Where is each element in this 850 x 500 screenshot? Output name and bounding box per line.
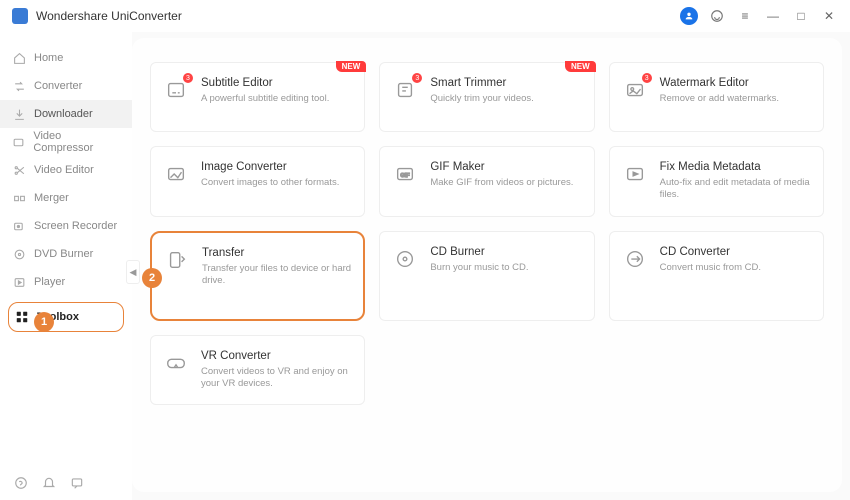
tool-title: CD Burner [430,246,581,258]
sidebar-item-label: Screen Recorder [34,220,117,232]
minimize-button[interactable]: — [764,7,782,25]
home-icon [12,51,26,65]
sidebar-item-recorder[interactable]: Screen Recorder [0,212,132,240]
step-annotation-1: 1 [34,312,54,332]
tool-card-watermark[interactable]: 3 Watermark Editor Remove or add watermar… [609,62,824,132]
sidebar-item-toolbox[interactable]: Toolbox [8,302,124,332]
main-panel: NEW 3 Subtitle Editor A powerful subtitle… [132,38,842,492]
tool-card-transfer[interactable]: 2 TransferTransfer your files to device … [150,231,365,321]
tool-desc: Remove or add watermarks. [660,93,811,105]
titlebar: Wondershare UniConverter ≡ — □ ✕ [0,0,850,32]
tool-card-gif-maker[interactable]: GIF GIF Maker Make GIF from videos or pic… [379,146,594,217]
sidebar-item-label: Video Compressor [33,130,120,154]
sidebar-item-label: Merger [34,192,69,204]
sidebar-footer [0,476,98,490]
cd-convert-icon [622,246,648,272]
maximize-button[interactable]: □ [792,7,810,25]
sidebar-item-compressor[interactable]: Video Compressor [0,128,132,156]
vr-icon [163,350,189,376]
tool-desc: Transfer your files to device or hard dr… [202,263,351,288]
sidebar-item-player[interactable]: Player [0,268,132,296]
trimmer-icon: 3 [392,77,418,103]
play-icon [12,275,26,289]
image-icon [163,161,189,187]
subtitle-icon: 3 [163,77,189,103]
sidebar-item-label: Video Editor [34,164,94,176]
tool-card-vr-converter[interactable]: VR Converter Convert videos to VR and enj… [150,335,365,406]
tool-card-cd-burner[interactable]: CD Burner Burn your music to CD. [379,231,594,321]
tool-desc: Quickly trim your videos. [430,93,581,105]
sidebar-item-dvd[interactable]: DVD Burner [0,240,132,268]
app-logo [12,8,28,24]
tool-card-subtitle-editor[interactable]: NEW 3 Subtitle Editor A powerful subtitle… [150,62,365,132]
merge-icon [12,191,26,205]
watermark-icon: 3 [622,77,648,103]
tool-card-smart-trimmer[interactable]: NEW 3 Smart Trimmer Quickly trim your vid… [379,62,594,132]
record-icon [12,219,26,233]
tool-desc: Auto-fix and edit metadata of media file… [660,177,811,202]
tool-card-image-converter[interactable]: Image Converter Convert images to other f… [150,146,365,217]
tool-card-metadata[interactable]: Fix Media Metadata Auto-fix and edit meta… [609,146,824,217]
tool-desc: Convert music from CD. [660,262,811,274]
tool-title: VR Converter [201,350,352,362]
tool-desc: A powerful subtitle editing tool. [201,93,352,105]
tool-desc: Convert images to other formats. [201,177,352,189]
tool-desc: Convert videos to VR and enjoy on your V… [201,366,352,391]
help-icon[interactable] [14,476,28,490]
converter-icon [12,79,26,93]
tool-card-cd-converter[interactable]: CD Converter Convert music from CD. [609,231,824,321]
sidebar-item-label: Player [34,276,65,288]
sidebar: Home Converter Downloader Video Compress… [0,32,132,500]
new-badge: NEW [565,61,596,72]
disc-icon [12,247,26,261]
tool-title: Smart Trimmer [430,77,581,89]
sidebar-item-home[interactable]: Home [0,44,132,72]
tool-desc: Make GIF from videos or pictures. [430,177,581,189]
feedback-icon[interactable] [70,476,84,490]
app-title: Wondershare UniConverter [36,9,680,23]
sidebar-item-label: DVD Burner [34,248,93,260]
sidebar-item-converter[interactable]: Converter [0,72,132,100]
support-icon[interactable] [708,7,726,25]
compress-icon [12,135,25,149]
toolbox-icon [15,310,29,324]
tool-title: CD Converter [660,246,811,258]
tool-title: Subtitle Editor [201,77,352,89]
tool-grid: NEW 3 Subtitle Editor A powerful subtitle… [150,62,824,405]
transfer-icon [164,247,190,273]
scissors-icon [12,163,26,177]
download-icon [12,107,26,121]
menu-icon[interactable]: ≡ [736,7,754,25]
sidebar-item-label: Downloader [34,108,93,120]
sidebar-item-downloader[interactable]: Downloader [0,100,132,128]
tool-title: Watermark Editor [660,77,811,89]
gif-icon: GIF [392,161,418,187]
close-button[interactable]: ✕ [820,7,838,25]
user-avatar-icon[interactable] [680,7,698,25]
cd-burn-icon [392,246,418,272]
collapse-sidebar-button[interactable]: ◀ [126,260,140,284]
new-badge: NEW [336,61,367,72]
svg-text:GIF: GIF [401,173,411,179]
metadata-icon [622,161,648,187]
tool-title: GIF Maker [430,161,581,173]
tool-title: Transfer [202,247,351,259]
tool-title: Fix Media Metadata [660,161,811,173]
sidebar-item-merger[interactable]: Merger [0,184,132,212]
tool-title: Image Converter [201,161,352,173]
bell-icon[interactable] [42,476,56,490]
sidebar-item-label: Converter [34,80,82,92]
sidebar-item-label: Home [34,52,63,64]
tool-desc: Burn your music to CD. [430,262,581,274]
step-annotation-2: 2 [142,268,162,288]
sidebar-item-editor[interactable]: Video Editor [0,156,132,184]
